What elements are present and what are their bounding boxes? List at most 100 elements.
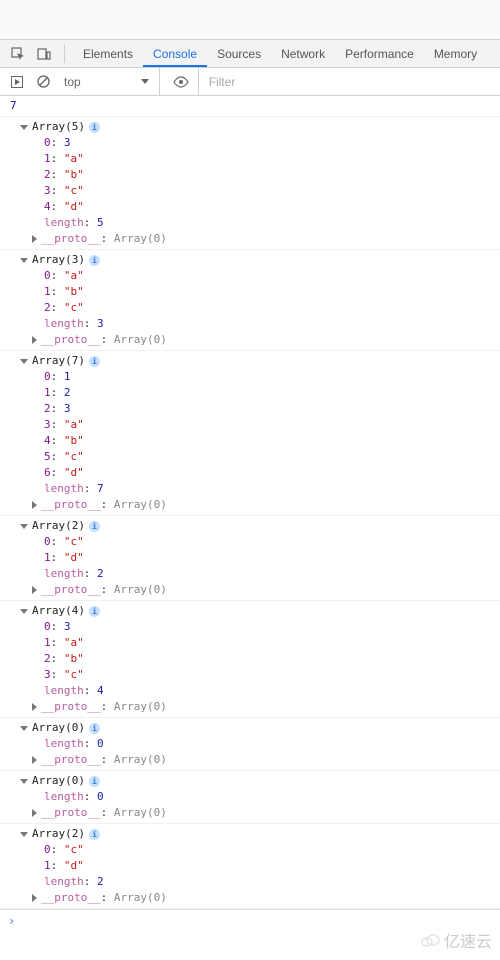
log-array: Array(5)i0: 31: "a"2: "b"3: "c"4: "d"len… [0, 117, 500, 250]
info-icon[interactable]: i [89, 255, 100, 266]
collapse-arrow-icon [32, 235, 37, 243]
tab-performance[interactable]: Performance [335, 41, 424, 67]
array-body: 0: "a"1: "b"2: "c"length: 3__proto__: Ar… [20, 268, 496, 348]
array-proto[interactable]: __proto__: Array(0) [44, 231, 496, 247]
array-item: 2: 3 [44, 401, 496, 417]
array-label: Array(2) [32, 827, 85, 840]
devtools-tab-bar: ElementsConsoleSourcesNetworkPerformance… [0, 40, 500, 68]
array-item: 4: "b" [44, 433, 496, 449]
array-proto[interactable]: __proto__: Array(0) [44, 582, 496, 598]
watermark: 亿速云 [420, 928, 492, 952]
array-item: 1: "d" [44, 858, 496, 874]
array-body: 0: 31: "a"2: "b"3: "c"length: 4__proto__… [20, 619, 496, 715]
info-icon[interactable]: i [89, 776, 100, 787]
array-item: 5: "c" [44, 449, 496, 465]
expand-arrow-icon [20, 726, 28, 731]
context-selector[interactable]: top [58, 68, 160, 95]
array-item: 3: "c" [44, 667, 496, 683]
log-array: Array(3) i 0: "a"1: "b"2: "c"length: 3__pr… [0, 250, 500, 351]
array-item: 1: "a" [44, 635, 496, 651]
array-proto[interactable]: __proto__: Array(0) [44, 890, 496, 906]
array-item: 0: "a" [44, 268, 496, 284]
collapse-arrow-icon [32, 756, 37, 764]
array-item: 2: "b" [44, 651, 496, 667]
array-header[interactable]: Array(0) i [20, 720, 496, 736]
info-icon[interactable]: i [89, 829, 100, 840]
tab-console[interactable]: Console [143, 41, 207, 67]
array-label: Array(7) [32, 354, 85, 367]
array-item: 1: "b" [44, 284, 496, 300]
tab-sources[interactable]: Sources [207, 41, 271, 67]
array-body: 0: "c"1: "d"length: 2__proto__: Array(0) [20, 534, 496, 598]
filter-input[interactable] [203, 73, 500, 91]
expand-arrow-icon [20, 125, 28, 130]
log-array: Array(0) i length: 0__proto__: Array(0) [0, 718, 500, 771]
window-titlebar [0, 0, 500, 40]
array-length: length: 7 [44, 481, 496, 497]
array-item: 1: "a" [44, 151, 496, 167]
array-body: 0: 11: 22: 33: "a"4: "b"5: "c"6: "d"leng… [20, 369, 496, 513]
array-item: 1: 2 [44, 385, 496, 401]
expand-arrow-icon [20, 524, 28, 529]
array-header[interactable]: Array(3) i [20, 252, 496, 268]
collapse-arrow-icon [32, 809, 37, 817]
array-item: 0: "c" [44, 842, 496, 858]
log-line: 7 [0, 96, 500, 117]
info-icon[interactable]: i [89, 122, 100, 133]
array-header[interactable]: Array(4) i [20, 603, 496, 619]
array-header[interactable]: Array(0)i [20, 773, 496, 789]
array-proto[interactable]: __proto__: Array(0) [44, 752, 496, 768]
eye-icon[interactable] [170, 71, 192, 93]
collapse-arrow-icon [32, 703, 37, 711]
tab-elements[interactable]: Elements [73, 41, 143, 67]
array-length: length: 3 [44, 316, 496, 332]
chevron-down-icon [141, 79, 149, 84]
play-icon[interactable] [6, 71, 28, 93]
array-item: 2: "b" [44, 167, 496, 183]
log-array: Array(7) i 0: 11: 22: 33: "a"4: "b"5: "c"6… [0, 351, 500, 516]
info-icon[interactable]: i [89, 723, 100, 734]
array-body: length: 0__proto__: Array(0) [20, 789, 496, 821]
tab-memory[interactable]: Memory [424, 41, 487, 67]
array-body: 0: "c"1: "d"length: 2__proto__: Array(0) [20, 842, 496, 906]
array-label: Array(0) [32, 721, 85, 734]
tab-network[interactable]: Network [271, 41, 335, 67]
log-array: Array(2) i 0: "c"1: "d"length: 2__proto__:… [0, 516, 500, 601]
inspect-icon[interactable] [6, 42, 30, 66]
array-item: 0: 3 [44, 619, 496, 635]
log-array: Array(4) i 0: 31: "a"2: "b"3: "c"length: 4… [0, 601, 500, 718]
array-label: Array(2) [32, 519, 85, 532]
array-proto[interactable]: __proto__: Array(0) [44, 332, 496, 348]
array-length: length: 4 [44, 683, 496, 699]
array-item: 0: 1 [44, 369, 496, 385]
array-header[interactable]: Array(2) i [20, 826, 496, 842]
context-label: top [64, 75, 81, 89]
info-icon[interactable]: i [89, 521, 100, 532]
array-item: 2: "c" [44, 300, 496, 316]
array-length: length: 2 [44, 566, 496, 582]
array-header[interactable]: Array(7) i [20, 353, 496, 369]
expand-arrow-icon [20, 779, 28, 784]
log-array: Array(2) i 0: "c"1: "d"length: 2__proto__:… [0, 824, 500, 909]
array-proto[interactable]: __proto__: Array(0) [44, 497, 496, 513]
array-item: 0: "c" [44, 534, 496, 550]
array-header[interactable]: Array(5)i [20, 119, 496, 135]
array-item: 3: "c" [44, 183, 496, 199]
info-icon[interactable]: i [89, 356, 100, 367]
expand-arrow-icon [20, 832, 28, 837]
device-icon[interactable] [32, 42, 56, 66]
array-header[interactable]: Array(2) i [20, 518, 496, 534]
expand-arrow-icon [20, 359, 28, 364]
array-label: Array(3) [32, 253, 85, 266]
clear-icon[interactable] [32, 71, 54, 93]
array-length: length: 5 [44, 215, 496, 231]
info-icon[interactable]: i [89, 606, 100, 617]
array-length: length: 0 [44, 736, 496, 752]
array-length: length: 2 [44, 874, 496, 890]
array-item: 4: "d" [44, 199, 496, 215]
array-proto[interactable]: __proto__: Array(0) [44, 699, 496, 715]
divider [64, 45, 65, 63]
array-item: 6: "d" [44, 465, 496, 481]
array-label: Array(4) [32, 604, 85, 617]
array-proto[interactable]: __proto__: Array(0) [44, 805, 496, 821]
